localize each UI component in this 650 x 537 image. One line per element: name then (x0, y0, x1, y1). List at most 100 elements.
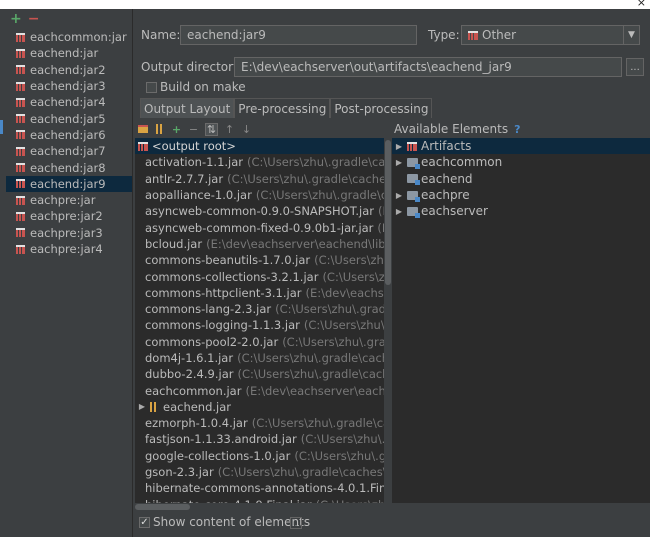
tab-pre-processing[interactable]: Pre-processing (234, 98, 331, 118)
output-tree-row[interactable]: dom4j-1.6.1.jar (C:\Users\zhu\.gradle\cac… (135, 350, 384, 366)
output-tree-row[interactable]: ▶ eachend.jar (135, 399, 384, 415)
add-artifact-icon[interactable]: + (10, 12, 22, 26)
output-root-label: <output root> (152, 139, 236, 154)
artifact-list-item-label: eachend:jar6 (30, 127, 106, 142)
output-tree-row[interactable]: commons-lang-2.3.jar(C:\Users\zhu\.gradl… (135, 301, 384, 317)
close-icon[interactable]: × (637, 0, 646, 9)
output-tree-row[interactable]: commons-logging-1.1.3.jar(C:\Users\zhu\.… (135, 317, 384, 333)
output-layout-tree[interactable]: <output root> activation-1.1.jar (C:\User… (135, 138, 384, 503)
library-name: aopalliance-1.0.jar (145, 188, 252, 203)
output-tree-row[interactable]: fastjson-1.1.33.android.jar (C:\Users\zhu… (135, 431, 384, 447)
library-name: commons-collections-3.2.1.jar (145, 269, 319, 284)
add-icon[interactable]: + (171, 124, 182, 135)
output-tree-row[interactable]: dubbo-2.4.9.jar (C:\Users\zhu\.gradle\cac… (135, 366, 384, 382)
available-element-row[interactable]: ▶ Artifacts (392, 138, 650, 155)
jar-artifact-icon (16, 97, 25, 107)
jar-artifact-icon (16, 81, 25, 91)
output-tree-row[interactable]: commons-beanutils-1.7.0.jar(C:\Users\zhu… (135, 252, 384, 268)
available-elements-title: Available Elements? (394, 122, 520, 136)
artifact-root-icon (138, 141, 148, 151)
module-folder-icon (407, 174, 420, 186)
artifact-list-item[interactable]: eachend:jar2 (6, 62, 132, 78)
available-element-label: eachpre (421, 188, 470, 203)
expand-arrow-icon[interactable]: ▶ (394, 207, 404, 216)
available-elements-tree[interactable]: ▶ Artifacts ▶ eachcommon eachend ▶ eachpre ▶ eac… (392, 138, 650, 503)
jar-artifact-icon (16, 146, 25, 156)
artifact-list-item[interactable]: eachend:jar6 (6, 127, 132, 143)
artifact-list-item[interactable]: eachend:jar8 (6, 159, 132, 175)
artifact-list-item[interactable]: eachpre:jar (6, 192, 132, 208)
show-content-checkbox[interactable]: ✓ (139, 517, 150, 528)
available-element-row[interactable]: ▶ eachserver (392, 203, 650, 219)
artifact-list-item[interactable]: eachpre:jar4 (6, 241, 132, 257)
expand-arrow-icon[interactable]: ▶ (394, 158, 404, 167)
move-up-icon[interactable]: ↑ (224, 124, 235, 135)
output-tree-row[interactable]: asyncweb-common-fixed-0.9.0b1-jar.jar(E:… (135, 219, 384, 235)
library-name: fastjson-1.1.33.android.jar (145, 432, 297, 447)
expand-arrow-icon[interactable]: ▶ (137, 402, 147, 411)
expand-arrow-icon[interactable]: ▶ (394, 191, 404, 200)
jar-artifact-icon (16, 32, 25, 42)
jar-artifact-icon (16, 163, 25, 173)
browse-button[interactable]: ... (626, 58, 644, 76)
available-element-row[interactable]: ▶ eachcommon (392, 154, 650, 170)
name-input[interactable]: eachend:jar9 (180, 25, 417, 45)
artifact-list-item[interactable]: eachend:jar5 (6, 110, 132, 126)
available-element-label: eachcommon (421, 155, 503, 170)
output-tree-row[interactable]: aopalliance-1.0.jar (C:\Users\zhu\.gradle… (135, 187, 384, 203)
jar-artifact-icon (16, 130, 25, 140)
available-element-row[interactable]: eachend (392, 171, 650, 187)
expand-arrow-icon[interactable]: ▶ (394, 142, 404, 151)
output-tree-row[interactable]: commons-httpclient-3.1.jar(E:\dev\eachse… (135, 285, 384, 301)
output-tree-row[interactable]: commons-collections-3.2.1.jar (C:\Users\z… (135, 268, 384, 284)
artifact-list-item[interactable]: eachend:jar3 (6, 78, 132, 94)
output-tree-row[interactable]: activation-1.1.jar (C:\Users\zhu\.gradle\… (135, 154, 384, 170)
tree-horizontal-thumb[interactable] (135, 504, 190, 510)
move-down-icon[interactable]: ↓ (241, 124, 252, 135)
artifact-list-item[interactable]: eachpre:jar3 (6, 225, 132, 241)
output-root-row[interactable]: <output root> (135, 138, 384, 155)
output-tree-row[interactable]: ezmorph-1.0.4.jar (C:\Users\zhu\.gradle\c… (135, 415, 384, 431)
available-element-row[interactable]: ▶ eachpre (392, 187, 650, 203)
show-content-options-button[interactable]: ... (290, 517, 302, 529)
remove-artifact-icon[interactable]: − (28, 12, 40, 26)
output-tree-row[interactable]: commons-pool2-2.0.jar(C:\Users\zhu\.grad… (135, 334, 384, 350)
artifact-list-item[interactable]: eachend:jar4 (6, 94, 132, 110)
library-path: (C:\Users\zhu\.gradle\caches\m (227, 171, 384, 186)
artifact-list-item[interactable]: eachend:jar9 (6, 175, 132, 192)
remove-icon[interactable]: − (188, 124, 199, 135)
build-on-make-checkbox[interactable] (146, 82, 157, 93)
artifact-list-item[interactable]: eachend:jar (6, 45, 132, 61)
library-path: (C:\Users\zhu\ (322, 269, 384, 284)
output-tree-row[interactable]: antlr-2.7.7.jar (C:\Users\zhu\.gradle\cac… (135, 171, 384, 187)
module-folder-icon (407, 157, 420, 169)
output-tree-row[interactable]: google-collections-1.0.jar (C:\Users\zhu\… (135, 448, 384, 464)
tree-vertical-scrollbar[interactable] (384, 138, 392, 503)
build-on-make-label: Build on make (160, 80, 246, 94)
library-name: asyncweb-common-0.9.0-SNAPSHOT.jar (145, 204, 375, 219)
tab-output-layout[interactable]: Output Layout (140, 98, 235, 118)
help-icon[interactable]: ? (514, 123, 520, 136)
library-name: commons-pool2-2.0.jar (145, 334, 279, 349)
output-tree-row[interactable]: asyncweb-common-0.9.0-SNAPSHOT.jar(E:\c (135, 203, 384, 219)
output-tree-row[interactable]: bcloud.jar (E:\dev\eachserver\eachend\lib… (135, 236, 384, 252)
artifact-list-item[interactable]: eachpre:jar2 (6, 208, 132, 224)
output-tree-row[interactable]: eachcommon.jar(E:\dev\eachserver\eachend (135, 382, 384, 398)
output-dir-input[interactable]: E:\dev\eachserver\out\artifacts\eachend_… (234, 57, 622, 77)
output-tree-row[interactable]: hibernate-commons-annotations-4.0.1.Fina… (135, 480, 384, 496)
library-icon[interactable] (154, 124, 165, 135)
tree-vertical-thumb[interactable] (385, 140, 391, 285)
new-folder-icon[interactable] (137, 124, 148, 135)
tab-bar: Output Layout Pre-processing Post-proces… (140, 98, 433, 118)
module-folder-icon (407, 206, 420, 218)
tab-post-processing[interactable]: Post-processing (330, 98, 433, 118)
type-select[interactable]: Other ▼ (461, 25, 640, 45)
chevron-down-icon[interactable]: ▼ (623, 26, 639, 44)
output-tree-row[interactable]: gson-2.3.jar (C:\Users\zhu\.gradle\caches… (135, 464, 384, 480)
output-dir-label: Output directory: (141, 60, 244, 74)
library-name: dubbo-2.4.9.jar (145, 367, 234, 382)
tree-horizontal-scrollbar[interactable] (135, 503, 384, 511)
artifact-list-item[interactable]: eachend:jar7 (6, 143, 132, 159)
artifact-list-item[interactable]: eachcommon:jar (6, 29, 132, 45)
sort-icon[interactable]: ⇅ (205, 122, 218, 136)
